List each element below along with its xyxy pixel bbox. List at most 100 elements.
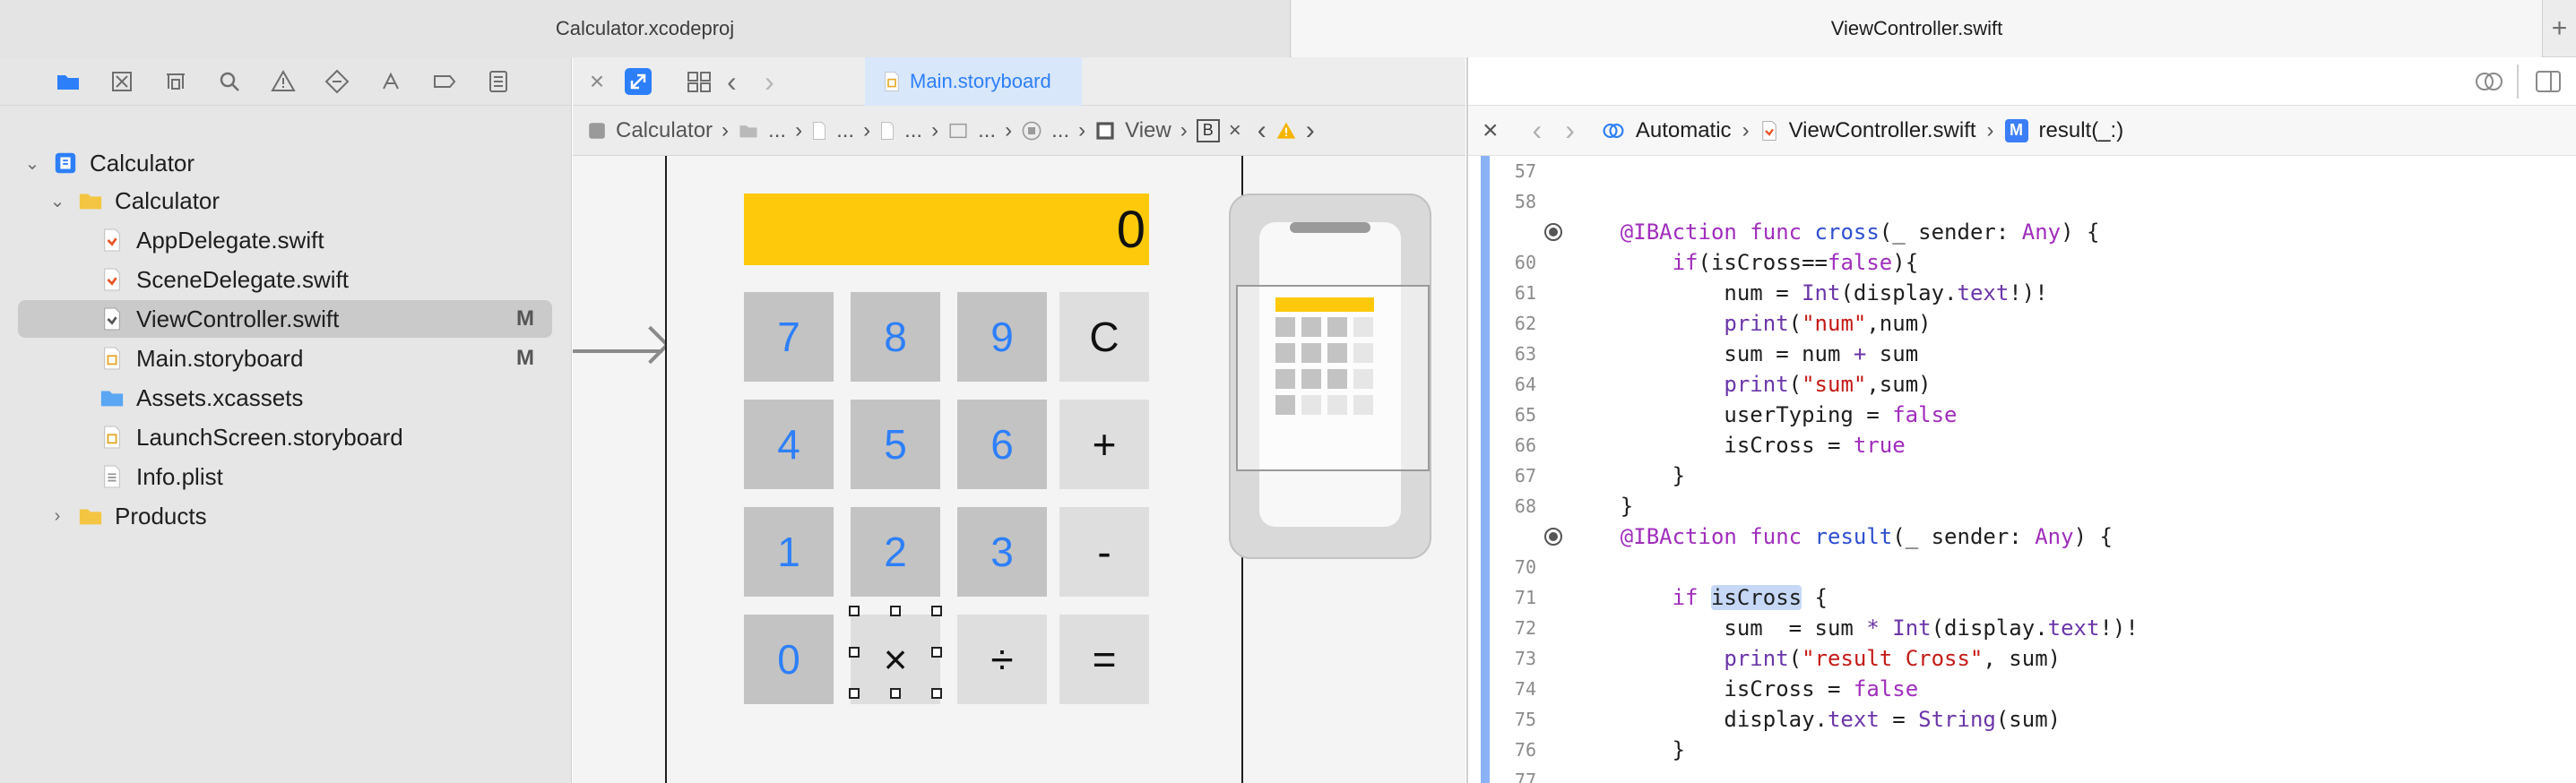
code-review-icon[interactable] — [2474, 70, 2504, 93]
jump-automatic[interactable]: Automatic — [1636, 118, 1732, 143]
folder-icon[interactable] — [52, 65, 84, 98]
jump-calculator[interactable]: Calculator — [616, 118, 713, 143]
grid-icon[interactable] — [686, 68, 713, 95]
code-line: 57 — [1514, 160, 1536, 182]
tree-item-label: Calculator — [115, 186, 220, 214]
symbol-icon[interactable] — [160, 65, 192, 98]
close-icon[interactable]: × — [1229, 118, 1241, 143]
chevron-right-icon[interactable]: › — [765, 66, 786, 97]
warning-icon[interactable] — [267, 65, 299, 98]
tree-item-launchscreen[interactable]: LaunchScreen.storyboard — [0, 418, 572, 456]
button-6[interactable]: 6 — [957, 400, 1047, 489]
tree-item-scenedelegate[interactable]: SceneDelegate.swift — [0, 261, 572, 298]
button-8[interactable]: 8 — [851, 292, 940, 382]
button-equals[interactable]: = — [1059, 615, 1149, 704]
entry-arrow-head — [631, 325, 670, 365]
canvas-toolbar: × ‹ › Main.storyboard — [573, 57, 1465, 106]
debug-icon[interactable] — [375, 65, 407, 98]
code-line: 76 } — [1514, 737, 1686, 762]
code-area[interactable]: 57 58 @IBAction func cross(_ sender: Any… — [1468, 156, 2576, 783]
toolbar-divider — [2517, 65, 2519, 99]
jump-ellipsis[interactable]: ... — [768, 118, 786, 143]
tab-main-storyboard[interactable]: Main.storyboard — [865, 57, 1082, 106]
jump-ellipsis[interactable]: ... — [1051, 118, 1069, 143]
button-plus[interactable]: + — [1059, 400, 1149, 489]
add-tab-button[interactable]: + — [2542, 0, 2576, 57]
close-icon[interactable]: × — [1482, 116, 1499, 146]
assets-folder-icon — [99, 384, 125, 411]
selection-handles[interactable] — [849, 606, 942, 699]
button-7[interactable]: 7 — [744, 292, 834, 382]
report-icon[interactable] — [482, 65, 514, 98]
jump-symbol[interactable]: result(_:) — [2039, 118, 2124, 143]
canvas-minimap[interactable] — [1229, 194, 1431, 559]
chevron-right-icon[interactable]: › — [1565, 114, 1575, 147]
inspector-toggle-icon[interactable] — [2535, 70, 2562, 93]
chevron-left-icon[interactable]: ‹ — [727, 66, 748, 97]
canvas-jump-bar: Calculator › ... › ... › ... › ... › ...… — [573, 106, 1465, 156]
jump-view[interactable]: View — [1125, 118, 1171, 143]
tree-item-appdelegate[interactable]: AppDelegate.swift — [0, 221, 572, 259]
tree-item-infoplist[interactable]: Info.plist — [0, 458, 572, 495]
project-navigator: ⌄ Calculator ⌄ Calculator AppDelegate.sw… — [0, 57, 572, 783]
jump-file[interactable]: ViewController.swift — [1789, 118, 1976, 143]
folder-icon — [739, 125, 757, 137]
button-clear[interactable]: C — [1059, 292, 1149, 382]
connection-circle-icon[interactable] — [1540, 527, 1567, 546]
button-4[interactable]: 4 — [744, 400, 834, 489]
chevron-right-icon[interactable]: › — [47, 506, 68, 527]
swift-file-icon — [99, 305, 125, 332]
jump-ellipsis[interactable]: ... — [836, 118, 854, 143]
tree-item-products[interactable]: › Products — [0, 497, 572, 535]
chevron-down-icon[interactable]: ⌄ — [47, 190, 68, 212]
tree-item-label: AppDelegate.swift — [136, 226, 324, 254]
tree-item-label: Main.storyboard — [136, 344, 304, 372]
test-diamond-icon[interactable] — [321, 65, 353, 98]
chevron-left-icon[interactable]: ‹ — [1533, 114, 1543, 147]
swift-file-icon — [99, 227, 125, 254]
window-tab-viewcontroller[interactable]: ViewController.swift — [1292, 0, 2542, 57]
window-tab-project[interactable]: Calculator.xcodeproj — [0, 0, 1291, 57]
search-icon[interactable] — [213, 65, 246, 98]
tree-item-main-storyboard[interactable]: Main.storyboard M — [0, 340, 572, 377]
project-icon — [589, 122, 605, 139]
minimap-notch — [1290, 222, 1370, 233]
editor-toolbar — [1468, 57, 2576, 106]
code-line: 68 } — [1514, 494, 1634, 519]
warning-icon[interactable] — [1275, 120, 1297, 142]
code-line: 60 if(isCross==false){ — [1514, 250, 1919, 275]
related-items-icon[interactable] — [1602, 119, 1625, 142]
button-0[interactable]: 0 — [744, 615, 834, 704]
tree-item-project[interactable]: ⌄ Calculator — [0, 144, 572, 182]
jump-ellipsis[interactable]: ... — [904, 118, 922, 143]
code-line: @IBAction func cross(_ sender: Any) { — [1468, 217, 2576, 247]
source-control-icon[interactable] — [106, 65, 138, 98]
button-5[interactable]: 5 — [851, 400, 940, 489]
connection-circle-icon[interactable] — [1540, 222, 1567, 242]
chevron-right-icon[interactable]: › — [1306, 116, 1315, 146]
button-3[interactable]: 3 — [957, 507, 1047, 597]
tree-item-viewcontroller[interactable]: ViewController.swift M — [18, 300, 552, 338]
button-icon[interactable]: B — [1196, 118, 1220, 142]
tree-item-group-calculator[interactable]: ⌄ Calculator — [0, 182, 572, 219]
button-1[interactable]: 1 — [744, 507, 834, 597]
storyboard-file-icon — [881, 121, 895, 140]
chevron-down-icon[interactable]: ⌄ — [22, 152, 43, 175]
jump-ellipsis[interactable]: ... — [978, 118, 996, 143]
code-line: 77 — [1514, 770, 1536, 783]
chevron-right-icon: › — [931, 117, 939, 142]
storyboard-canvas-pane: × ‹ › Main.storyboard Calculator › ... ›… — [573, 57, 1465, 783]
button-minus[interactable]: - — [1059, 507, 1149, 597]
calculator-display[interactable]: 0 — [744, 194, 1149, 265]
code-line: 72 sum = sum * Int(display.text!)! — [1514, 615, 2139, 641]
button-9[interactable]: 9 — [957, 292, 1047, 382]
button-divide[interactable]: ÷ — [957, 615, 1047, 704]
close-icon[interactable]: × — [583, 68, 610, 95]
tree-item-assets[interactable]: Assets.xcassets — [0, 379, 572, 417]
storyboard-canvas[interactable]: 0 7 8 9 C 4 5 6 + 1 2 3 - 0 × ÷ = — [573, 156, 1465, 783]
breakpoint-icon[interactable] — [428, 65, 461, 98]
view-controller-scene[interactable]: 0 7 8 9 C 4 5 6 + 1 2 3 - 0 × ÷ = — [665, 156, 1243, 783]
chevron-left-icon[interactable]: ‹ — [1258, 116, 1266, 146]
assistant-toggle-icon[interactable] — [625, 68, 652, 95]
button-2[interactable]: 2 — [851, 507, 940, 597]
